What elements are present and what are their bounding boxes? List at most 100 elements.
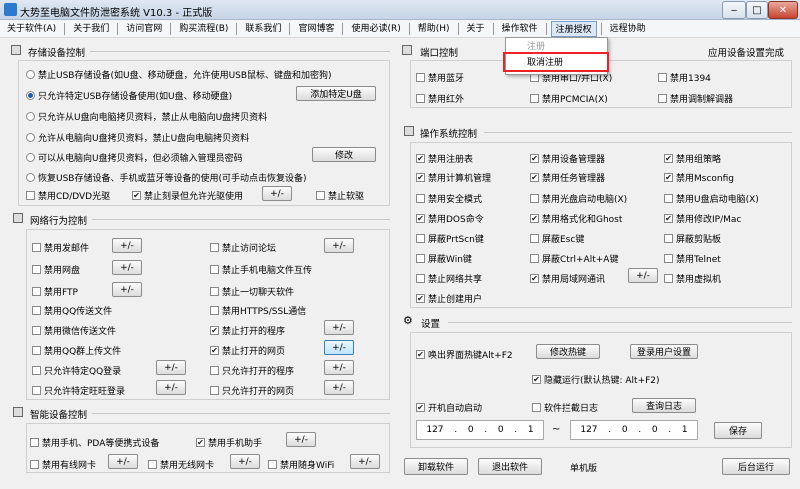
- checkbox[interactable]: [658, 73, 667, 82]
- menu-remote-help[interactable]: 远程协助: [606, 21, 650, 37]
- net-right-8[interactable]: 只允许打开的网页: [210, 384, 294, 397]
- net-left-7-pm[interactable]: +/-: [156, 360, 186, 375]
- save-button[interactable]: 保存: [714, 422, 762, 439]
- burn-checkbox[interactable]: 禁止刻录但允许光驱使用: [132, 189, 243, 202]
- net-right-2[interactable]: 禁止手机电脑文件互传: [210, 263, 312, 276]
- checkbox[interactable]: [530, 94, 539, 103]
- checkbox[interactable]: [210, 306, 219, 315]
- checkbox[interactable]: [32, 243, 41, 252]
- net-right-1-pm[interactable]: +/-: [324, 238, 354, 253]
- net-right-6-pm[interactable]: +/-: [324, 340, 354, 355]
- storage-option-1[interactable]: 禁止USB存储设备(如U盘、移动硬盘，允许使用USB鼠标、键盘和加密狗): [26, 68, 332, 81]
- checkbox-checked[interactable]: [132, 191, 141, 200]
- os-item-7[interactable]: 禁用安全模式: [416, 192, 482, 205]
- net-left-6[interactable]: 禁用QQ群上传文件: [32, 344, 121, 357]
- checkbox[interactable]: [210, 287, 219, 296]
- phone-helper-pm[interactable]: +/-: [286, 432, 316, 447]
- checkbox[interactable]: [664, 234, 673, 243]
- port-1[interactable]: 禁用蓝牙: [416, 71, 464, 84]
- port-3[interactable]: 禁用1394: [658, 71, 711, 84]
- os-item-11[interactable]: 禁用格式化和Ghost: [530, 212, 622, 225]
- net-left-2-pm[interactable]: +/-: [112, 260, 142, 275]
- net-left-4[interactable]: 禁用QQ传送文件: [32, 304, 112, 317]
- radio-checked[interactable]: [26, 91, 35, 100]
- checkbox[interactable]: [148, 460, 157, 469]
- checkbox-checked[interactable]: [664, 173, 673, 182]
- checkbox[interactable]: [30, 460, 39, 469]
- background-run-button[interactable]: 后台运行: [722, 458, 790, 475]
- os-item-13[interactable]: 屏蔽PrtScn键: [416, 232, 484, 245]
- checkbox[interactable]: [416, 73, 425, 82]
- checkbox[interactable]: [416, 94, 425, 103]
- checkbox[interactable]: [32, 366, 41, 375]
- lan-comm-pm[interactable]: +/-: [628, 268, 658, 283]
- os-item-5[interactable]: 禁用任务管理器: [530, 171, 605, 184]
- net-left-5[interactable]: 禁用微信传送文件: [32, 324, 116, 337]
- wired-nic-pm[interactable]: +/-: [108, 454, 138, 469]
- port-6[interactable]: 禁用调制解调器: [658, 92, 733, 105]
- os-item-18[interactable]: 禁用Telnet: [664, 252, 721, 265]
- os-item-6[interactable]: 禁用Msconfig: [664, 171, 734, 184]
- checkbox-checked[interactable]: [416, 154, 425, 163]
- close-button[interactable]: ✕: [768, 1, 798, 19]
- checkbox-checked[interactable]: [196, 438, 205, 447]
- os-item-16[interactable]: 屏蔽Win键: [416, 252, 472, 265]
- radio[interactable]: [26, 153, 35, 162]
- checkbox[interactable]: [530, 254, 539, 263]
- exit-button[interactable]: 退出软件: [478, 458, 542, 475]
- os-item-4[interactable]: 禁用计算机管理: [416, 171, 491, 184]
- os-item-1[interactable]: 禁用注册表: [416, 152, 473, 165]
- radio[interactable]: [26, 70, 35, 79]
- checkbox[interactable]: [268, 460, 277, 469]
- menu-help[interactable]: 帮助(H): [414, 21, 454, 37]
- net-right-8-pm[interactable]: +/-: [324, 380, 354, 395]
- intercept-log-checkbox[interactable]: 软件拦截日志: [532, 401, 598, 414]
- checkbox-checked[interactable]: [530, 214, 539, 223]
- checkbox[interactable]: [416, 234, 425, 243]
- os-item-10[interactable]: 禁用DOS命令: [416, 212, 484, 225]
- checkbox-checked[interactable]: [416, 214, 425, 223]
- port-4[interactable]: 禁用红外: [416, 92, 464, 105]
- menu-must-read[interactable]: 使用必读(R): [347, 21, 404, 37]
- storage-option-4[interactable]: 允许从电脑向U盘拷贝资料，禁止U盘向电脑拷贝资料: [26, 131, 249, 144]
- os-item-2[interactable]: 禁用设备管理器: [530, 152, 605, 165]
- net-right-7[interactable]: 只允许打开的程序: [210, 364, 294, 377]
- menu-about[interactable]: 关于: [463, 21, 489, 37]
- net-right-1[interactable]: 禁止访问论坛: [210, 241, 276, 254]
- checkbox[interactable]: [532, 403, 541, 412]
- os-item-12[interactable]: 禁用修改IP/Mac: [664, 212, 741, 225]
- checkbox[interactable]: [210, 366, 219, 375]
- checkbox[interactable]: [664, 274, 673, 283]
- menu-contact[interactable]: 联系我们: [241, 21, 285, 37]
- checkbox[interactable]: [416, 274, 425, 283]
- checkbox-checked[interactable]: [530, 274, 539, 283]
- checkbox-checked[interactable]: [210, 326, 219, 335]
- checkbox-checked[interactable]: [416, 173, 425, 182]
- os-item-14[interactable]: 屏蔽Esc键: [530, 232, 584, 245]
- checkbox[interactable]: [32, 306, 41, 315]
- net-left-1-pm[interactable]: +/-: [112, 238, 142, 253]
- checkbox[interactable]: [664, 194, 673, 203]
- modify-hotkey-button[interactable]: 修改热键: [536, 344, 600, 359]
- net-left-2[interactable]: 禁用网盘: [32, 263, 80, 276]
- checkbox[interactable]: [530, 194, 539, 203]
- checkbox[interactable]: [26, 191, 35, 200]
- autostart-checkbox[interactable]: 开机自动启动: [416, 401, 482, 414]
- checkbox-checked[interactable]: [664, 214, 673, 223]
- checkbox-checked[interactable]: [664, 154, 673, 163]
- net-right-4[interactable]: 禁用HTTPS/SSL通信: [210, 304, 306, 317]
- phone-helper-checkbox[interactable]: 禁用手机助手: [196, 436, 262, 449]
- menu-about-us[interactable]: 关于我们: [69, 21, 113, 37]
- maximize-button[interactable]: □: [746, 1, 768, 19]
- wireless-nic-checkbox[interactable]: 禁用无线网卡: [148, 458, 214, 471]
- storage-option-2[interactable]: 只允许特定USB存储设备使用(如U盘、移动硬盘): [26, 89, 232, 102]
- os-item-19[interactable]: 禁止网络共享: [416, 272, 482, 285]
- os-item-15[interactable]: 屏蔽剪贴板: [664, 232, 721, 245]
- hotkey-checkbox[interactable]: 唤出界面热键Alt+F2: [416, 348, 513, 361]
- radio[interactable]: [26, 173, 35, 182]
- net-left-3[interactable]: 禁用FTP: [32, 285, 78, 298]
- uninstall-button[interactable]: 卸载软件: [404, 458, 468, 475]
- checkbox-checked[interactable]: [416, 403, 425, 412]
- menu-about-software[interactable]: 关于软件(A): [3, 21, 60, 37]
- menu-operate[interactable]: 操作软件: [498, 21, 542, 37]
